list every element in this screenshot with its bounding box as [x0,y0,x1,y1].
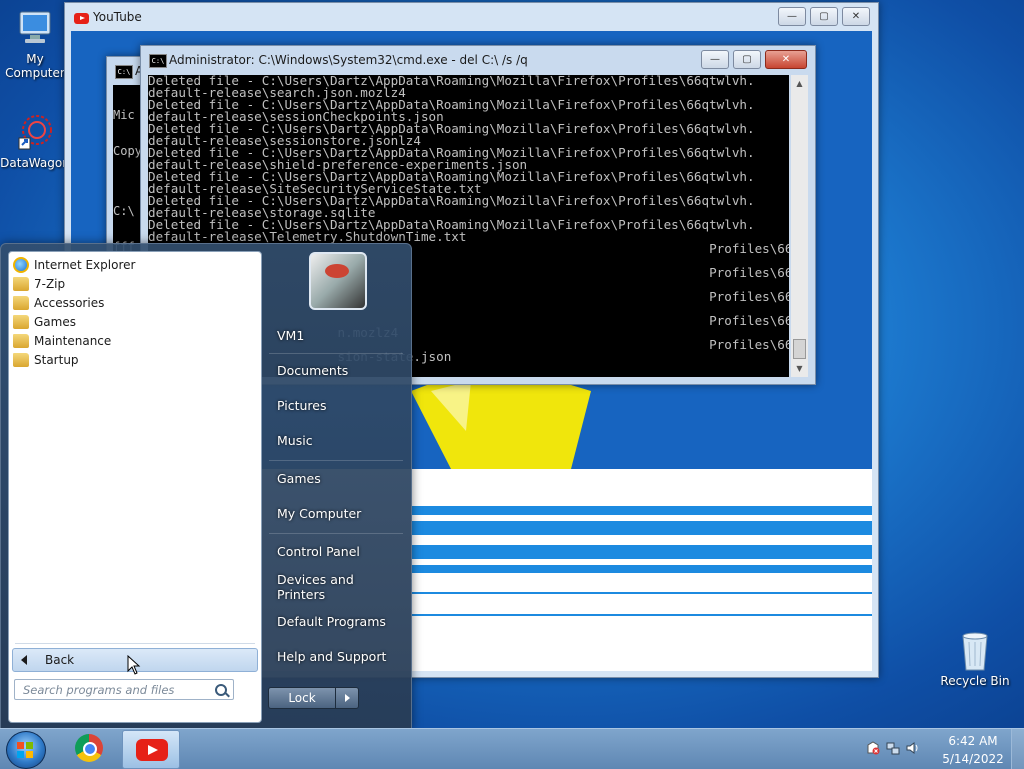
close-button[interactable]: ✕ [765,50,807,69]
scroll-thumb[interactable] [793,339,806,359]
taskbar: 6:42 AM 5/14/2022 [0,728,1024,769]
start-item-default-programs[interactable]: Default Programs [269,605,403,638]
program-label: Accessories [34,295,105,310]
folder-icon [13,295,29,310]
scroll-up-arrow-icon[interactable]: ▲ [791,75,808,92]
start-menu: Internet Explorer 7-Zip Accessories Game… [0,243,412,730]
youtube-icon [136,739,168,761]
windows-logo-icon [17,742,33,758]
window-title: Administrator: C:\Windows\System32\cmd.e… [169,53,528,67]
recycle-bin-icon [955,630,995,671]
desktop: My Computer DataWagon Recycle Bin YouTub… [0,0,1024,730]
start-item-my-computer[interactable]: My Computer [269,497,403,530]
back-label: Back [45,653,75,667]
start-item-music[interactable]: Music [269,424,403,457]
program-games[interactable]: Games [13,312,76,331]
search-placeholder: Search programs and files [23,682,175,697]
internet-explorer-icon [13,256,29,273]
start-item-documents[interactable]: Documents [269,354,403,387]
desktop-icon-label: Recycle Bin [940,674,1010,688]
mouse-cursor-icon [127,655,141,675]
program-label: 7-Zip [34,276,66,291]
scroll-down-arrow-icon[interactable]: ▼ [791,360,808,377]
power-options-arrow-icon[interactable] [335,687,359,709]
desktop-icon-my-computer[interactable]: My Computer [0,8,70,80]
close-button[interactable]: ✕ [842,7,870,26]
title-bar[interactable]: C:\ Administrator: C:\Windows\System32\c… [141,46,815,74]
folder-icon [13,352,29,367]
program-label: Startup [34,352,79,367]
network-icon[interactable] [886,741,900,755]
minimize-button[interactable]: — [701,50,729,69]
desktop-icon-datawagon[interactable]: DataWagon [0,112,70,170]
vertical-scrollbar[interactable]: ▲ ▼ [791,75,808,377]
system-tray [866,741,920,755]
program-label: Internet Explorer [34,257,136,272]
program-accessories[interactable]: Accessories [13,293,104,312]
search-input[interactable]: Search programs and files [14,679,234,700]
volume-icon[interactable] [906,741,920,755]
program-label: Games [34,314,76,329]
divider [15,643,255,644]
clock[interactable]: 6:42 AM 5/14/2022 [938,732,1008,768]
start-menu-programs-pane: Internet Explorer 7-Zip Accessories Game… [8,251,262,723]
program-internet-explorer[interactable]: Internet Explorer [13,255,135,274]
action-center-icon[interactable] [866,741,880,755]
taskbar-youtube-button[interactable] [122,730,180,769]
cmd-icon: C:\ [149,54,167,68]
start-item-games[interactable]: Games [269,462,403,495]
divider [269,460,403,461]
computer-icon [15,8,55,48]
user-avatar[interactable] [309,252,367,310]
back-arrow-icon [21,655,27,665]
title-bar[interactable]: YouTube — ▢ ✕ [65,3,878,31]
clock-time: 6:42 AM [948,734,998,748]
desktop-icon-label: DataWagon [0,156,70,170]
program-label: Maintenance [34,333,112,348]
start-button[interactable] [6,731,46,769]
lock-button[interactable]: Lock [268,687,336,709]
program-maintenance[interactable]: Maintenance [13,331,111,350]
program-startup[interactable]: Startup [13,350,79,369]
program-7zip[interactable]: 7-Zip [13,274,65,293]
datawagon-icon [15,112,55,152]
start-item-vm1[interactable]: VM1 [269,319,403,352]
start-item-pictures[interactable]: Pictures [269,389,403,422]
maximize-button[interactable]: ▢ [733,50,761,69]
start-item-control-panel[interactable]: Control Panel [269,535,403,568]
folder-icon [13,276,29,291]
desktop-icon-recycle-bin[interactable]: Recycle Bin [940,630,1010,688]
start-item-devices-and-printers[interactable]: Devices and Printers [269,570,403,603]
show-desktop-button[interactable] [1011,729,1024,769]
taskbar-chrome-button[interactable] [62,730,118,767]
desktop-icon-label: My Computer [5,52,65,80]
divider [269,533,403,534]
maximize-button[interactable]: ▢ [810,7,838,26]
chrome-icon [75,734,103,762]
start-item-help-and-support[interactable]: Help and Support [269,640,403,673]
clock-date: 5/14/2022 [942,752,1004,766]
search-icon[interactable] [215,684,227,696]
youtube-icon [74,13,89,24]
window-title: YouTube [93,10,142,24]
folder-icon [13,314,29,329]
cmd-icon: C:\ [115,65,133,79]
folder-icon [13,333,29,348]
minimize-button[interactable]: — [778,7,806,26]
